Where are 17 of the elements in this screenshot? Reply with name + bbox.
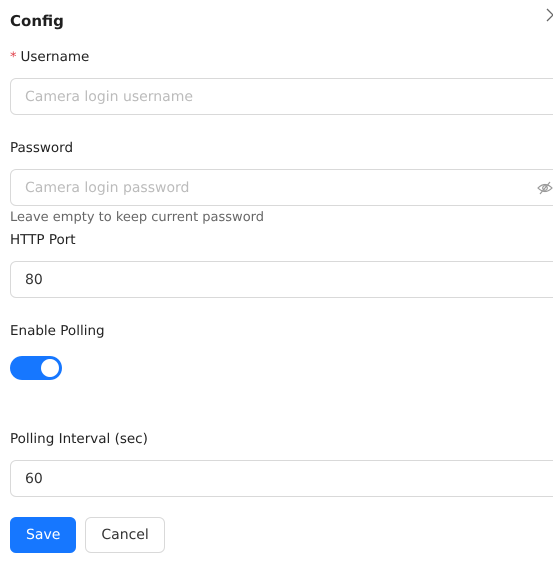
eye-slash-icon[interactable] (537, 181, 553, 195)
toggle-switch[interactable] (10, 356, 62, 380)
field-label: HTTP Port (10, 232, 76, 248)
dialog-title: Config (10, 12, 64, 30)
field-label: Password (10, 140, 74, 156)
field-label: Enable Polling (10, 323, 105, 339)
save-button[interactable]: Save (10, 517, 76, 553)
cancel-button[interactable]: Cancel (85, 517, 165, 553)
text-field[interactable]: 80 (10, 261, 553, 298)
field-label: Username (20, 49, 90, 65)
field-label: Polling Interval (sec) (10, 431, 148, 447)
help-text: Leave empty to keep current password (10, 210, 266, 225)
text-field[interactable]: 60 (10, 460, 553, 497)
text-field[interactable]: Camera login username (10, 78, 553, 115)
close-icon[interactable] (546, 8, 553, 22)
required-asterisk: * (10, 50, 16, 64)
password-field[interactable]: Camera login password (10, 169, 553, 206)
